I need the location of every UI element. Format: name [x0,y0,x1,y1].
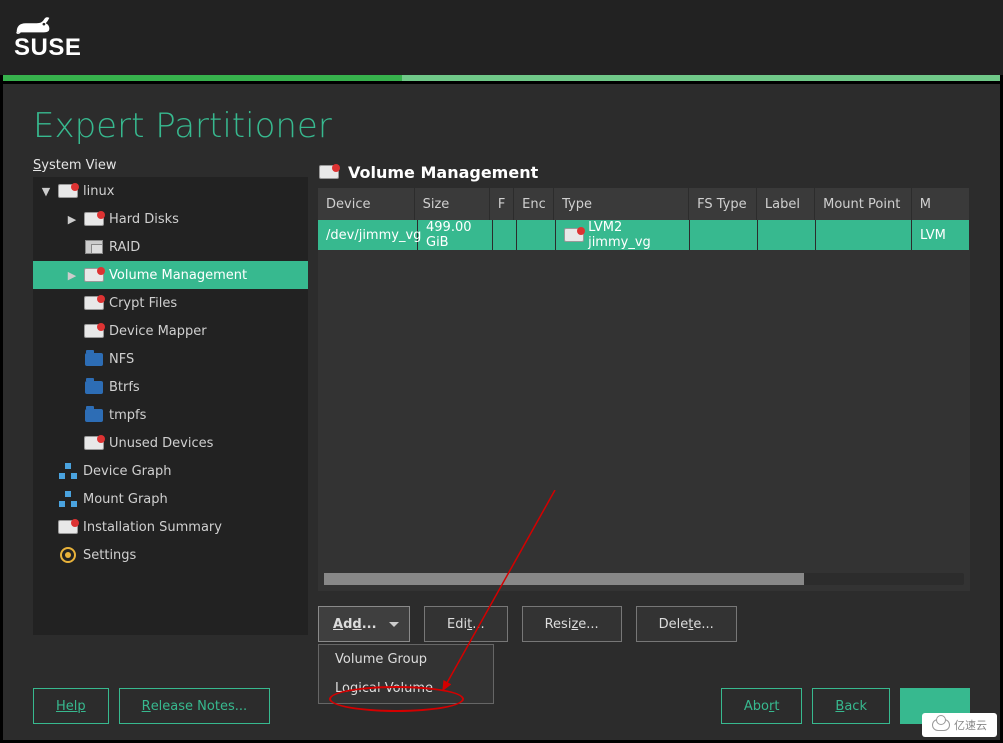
edit-button[interactable]: Edit... [424,606,508,642]
column-header-label[interactable]: Label [757,188,815,220]
column-header-fs-type[interactable]: FS Type [689,188,757,220]
table-row[interactable]: /dev/jimmy_vg499.00 GiB LVM2 jimmy_vg LVM [318,220,970,250]
cell [493,220,517,250]
tree-item-device-graph[interactable]: Device Graph [33,457,308,485]
tree-item-installation-summary[interactable]: Installation Summary [33,513,308,541]
tree-item-label: Btrfs [109,380,140,395]
tree-item-device-mapper[interactable]: Device Mapper [33,317,308,345]
tree-item-mount-graph[interactable]: Mount Graph [33,485,308,513]
tree-item-btrfs[interactable]: Btrfs [33,373,308,401]
cell: /dev/jimmy_vg [318,220,418,250]
disk-icon [83,322,105,340]
cell: LVM [912,220,970,250]
disk-icon [83,210,105,228]
chameleon-icon [14,16,52,36]
chevron-down-icon [389,622,399,627]
column-header-enc[interactable]: Enc [514,188,554,220]
column-header-f[interactable]: F [490,188,514,220]
column-header-type[interactable]: Type [554,188,689,220]
tree-item-label: NFS [109,352,134,367]
disk-icon [57,182,79,200]
column-header-size[interactable]: Size [415,188,491,220]
tree-item-raid[interactable]: RAID [33,233,308,261]
panel-title: Volume Management [348,163,538,182]
disk-icon [83,434,105,452]
tree-item-label: Volume Management [109,268,247,283]
brand-text: SUSE [14,34,81,62]
grid-body[interactable]: /dev/jimmy_vg499.00 GiB LVM2 jimmy_vg LVM [318,220,970,250]
page-title: Expert Partitioner [3,84,1000,158]
scrollbar-thumb[interactable] [324,573,804,585]
help-button[interactable]: Help [33,688,109,724]
tree-expander-icon[interactable]: ▶ [65,269,79,282]
tree-item-label: Unused Devices [109,436,213,451]
tree-item-unused-devices[interactable]: Unused Devices [33,429,308,457]
volume-grid[interactable]: DeviceSizeFEncTypeFS TypeLabelMount Poin… [318,188,970,591]
graph-icon [57,462,79,480]
raid-icon [83,238,105,256]
disk-icon [83,294,105,312]
tree-item-label: Installation Summary [83,520,222,535]
tree-item-nfs[interactable]: NFS [33,345,308,373]
cell [690,220,758,250]
column-header-mount-point[interactable]: Mount Point [815,188,912,220]
footer: Help Release Notes... Abort Back [33,688,970,724]
folder-icon [83,406,105,424]
cloud-icon [932,719,950,731]
resize-button[interactable]: Resize... [522,606,622,642]
folder-icon [83,378,105,396]
disk-icon [83,266,105,284]
graph-icon [57,490,79,508]
tree-item-label: RAID [109,240,140,255]
horizontal-scrollbar[interactable] [324,573,964,585]
gear-icon [57,546,79,564]
system-view-label: System View [33,158,308,177]
cell: LVM2 jimmy_vg [556,220,690,250]
disk-icon [57,518,79,536]
delete-button[interactable]: Delete... [636,606,737,642]
tree-item-tmpfs[interactable]: tmpfs [33,401,308,429]
tree-item-label: linux [83,184,114,199]
add-button[interactable]: Add... [318,606,410,642]
abort-button[interactable]: Abort [721,688,803,724]
dropdown-item-volume-group[interactable]: Volume Group [319,645,493,674]
cell [758,220,816,250]
header-bar: SUSE [0,0,1003,75]
right-panel: Volume Management DeviceSizeFEncTypeFS T… [318,158,1000,642]
tree-expander-icon[interactable]: ▼ [39,185,53,198]
lvm-icon [564,226,584,244]
accent-strip [3,75,1000,81]
sidebar: System View ▼ linux ▶ Hard Disks RAID ▶ Volume… [33,158,308,642]
tree-item-label: Crypt Files [109,296,177,311]
tree-item-label: Hard Disks [109,212,179,227]
tree-item-label: Settings [83,548,136,563]
cell [517,220,556,250]
panel-title-row: Volume Management [318,158,970,186]
tree-item-label: tmpfs [109,408,146,423]
vm-icon [318,163,340,181]
suse-logo: SUSE [14,14,114,62]
back-button[interactable]: Back [812,688,890,724]
tree-item-label: Device Mapper [109,324,207,339]
release-notes-button[interactable]: Release Notes... [119,688,270,724]
tree-item-volume-management[interactable]: ▶ Volume Management [33,261,308,289]
tree-item-label: Device Graph [83,464,171,479]
system-view-tree[interactable]: ▼ linux ▶ Hard Disks RAID ▶ Volume Management C… [33,177,308,635]
cell: 499.00 GiB [418,220,493,250]
folder-icon [83,350,105,368]
tree-item-linux[interactable]: ▼ linux [33,177,308,205]
tree-item-label: Mount Graph [83,492,168,507]
watermark: 亿速云 [922,713,997,737]
grid-header[interactable]: DeviceSizeFEncTypeFS TypeLabelMount Poin… [318,188,970,220]
tree-item-hard-disks[interactable]: ▶ Hard Disks [33,205,308,233]
column-header-m[interactable]: M [912,188,970,220]
cell [816,220,912,250]
tree-item-crypt-files[interactable]: Crypt Files [33,289,308,317]
column-header-device[interactable]: Device [318,188,415,220]
action-row: Add... Edit... Resize... Delete... Volum… [318,606,970,642]
tree-expander-icon[interactable]: ▶ [65,213,79,226]
tree-item-settings[interactable]: Settings [33,541,308,569]
main-region: Expert Partitioner System View ▼ linux ▶ Ha… [3,84,1000,740]
